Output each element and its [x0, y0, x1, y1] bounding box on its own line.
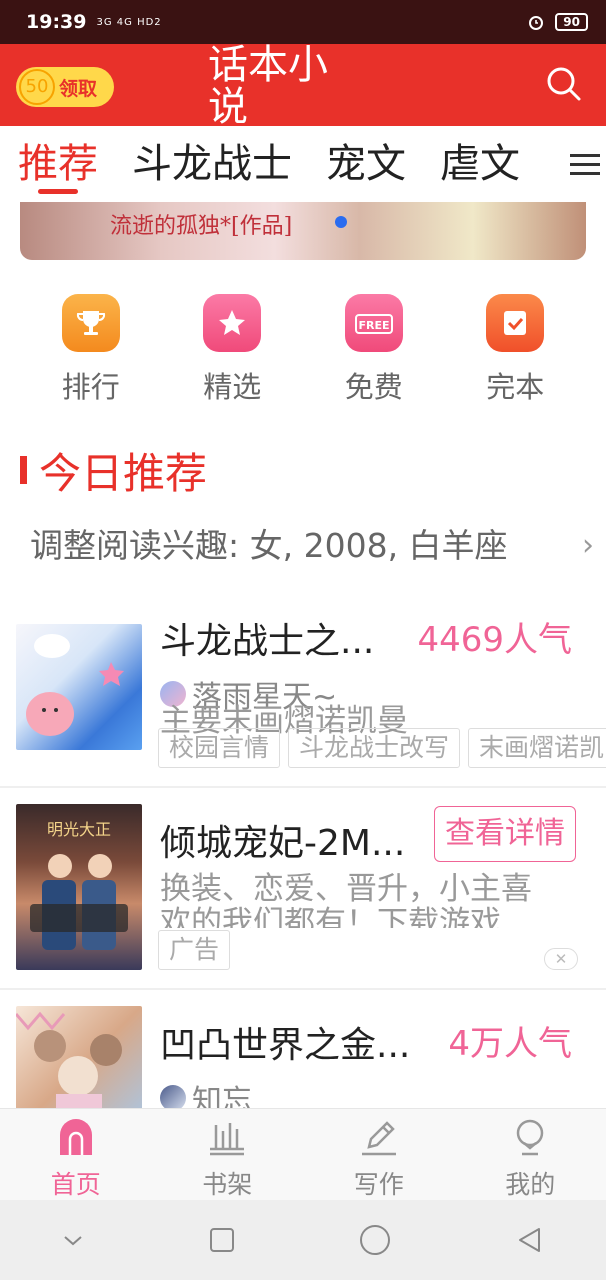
section-title: 今日推荐	[39, 448, 208, 498]
author-name: 知忘	[192, 1084, 252, 1108]
nav-label: 写作	[353, 1170, 404, 1199]
category-free[interactable]: FREE 免费	[314, 290, 434, 410]
svg-text:FREE: FREE	[358, 319, 389, 332]
tab-recommend[interactable]: 推荐	[18, 126, 98, 202]
book-author: 知忘	[160, 1076, 252, 1108]
nav-bookshelf[interactable]: 书架	[152, 1109, 304, 1200]
category-featured[interactable]: 精选	[172, 290, 292, 410]
profile-icon	[517, 1119, 544, 1156]
book-tag[interactable]: 校园言情	[158, 728, 281, 768]
tab-menu-icon[interactable]	[566, 148, 606, 180]
status-bar: 19:39 3G 4G HD2 90	[0, 0, 606, 44]
book-tag[interactable]: 末画熠诺凯	[468, 728, 606, 768]
coin-icon: 50	[19, 69, 55, 105]
reading-interest-text: 调整阅读兴趣: 女, 2008, 白羊座	[30, 526, 508, 565]
ad-description-line2: 欢的我们都有！下载游戏	[160, 906, 501, 928]
category-label: 排行	[61, 370, 120, 404]
chevron-down-icon[interactable]	[61, 1228, 85, 1252]
network-indicator: 3G 4G HD2	[96, 16, 162, 28]
ad-tags: 广告	[158, 930, 231, 970]
ad-cover: 明光大正	[16, 804, 142, 970]
category-label: 精选	[203, 370, 262, 404]
book-item[interactable]: 凹凸世界之金... 4万人气 知忘	[0, 990, 606, 1108]
status-time: 19:39	[26, 11, 87, 33]
book-cover	[16, 1006, 142, 1108]
tab-dragon-warrior[interactable]: 斗龙战士	[132, 126, 292, 202]
reading-interest-link[interactable]: 调整阅读兴趣: 女, 2008, 白羊座 ›	[30, 520, 600, 572]
ad-description: 换装、恋爱、晋升，小主喜	[160, 871, 532, 907]
app-title: 话本小说	[208, 44, 328, 126]
ad-badge: 广告	[158, 930, 231, 970]
book-item[interactable]: 斗龙战士之... 4469人气 落雨星天~ 主要末画熠诺凯曼 校园言情 斗龙战士…	[0, 600, 606, 786]
book-cover	[16, 624, 142, 750]
pencil-icon	[361, 1121, 396, 1156]
book-tags: 校园言情 斗龙战士改写 末画熠诺凯	[158, 728, 606, 768]
bookshelf-icon	[210, 1123, 245, 1156]
nav-label: 首页	[50, 1170, 101, 1199]
home-circle-icon[interactable]	[358, 1223, 392, 1257]
category-shortcuts: 排行 精选 FREE 免费 完本	[0, 290, 606, 410]
book-popularity: 4469人气	[417, 620, 572, 660]
view-details-button[interactable]: 查看详情	[434, 806, 576, 862]
close-ad-icon[interactable]: ✕	[544, 948, 578, 970]
banner-text: 流逝的孤独*[作品]	[110, 214, 293, 239]
banner-indicator-dot	[335, 216, 347, 228]
avatar	[160, 1085, 186, 1108]
category-label: 免费	[344, 370, 403, 404]
star-icon	[203, 294, 262, 352]
check-icon	[486, 294, 545, 352]
category-label: 完本	[486, 370, 545, 404]
section-accent-bar	[20, 456, 27, 484]
book-title: 斗龙战士之...	[160, 621, 375, 662]
search-icon[interactable]	[546, 66, 582, 102]
ad-title: 倾城宠妃-2M...	[160, 823, 406, 864]
category-completed[interactable]: 完本	[455, 290, 575, 410]
chevron-right-icon: ›	[582, 528, 594, 563]
category-tabs: 推荐 斗龙战士 宠文 虐文	[0, 126, 606, 202]
promo-banner[interactable]: 流逝的孤独*[作品]	[20, 202, 586, 260]
section-heading: 今日推荐	[20, 440, 207, 500]
nav-label: 书架	[202, 1170, 253, 1199]
nav-label: 我的	[505, 1170, 556, 1199]
category-ranking[interactable]: 排行	[31, 290, 151, 410]
claim-coins-button[interactable]: 50 领取	[16, 67, 114, 107]
nav-profile[interactable]: 我的	[455, 1109, 606, 1200]
tab-angst[interactable]: 虐文	[440, 126, 520, 202]
battery-indicator: 90	[555, 13, 588, 31]
app-header: 50 领取 话本小说	[0, 44, 606, 126]
alarm-icon	[529, 16, 544, 30]
nav-write[interactable]: 写作	[303, 1109, 455, 1200]
ad-item[interactable]: 明光大正 倾城宠妃-2M... 查看详情 换装、恋爱、晋升，小主喜 欢的我们都有…	[0, 788, 606, 988]
system-navigation-bar	[0, 1200, 606, 1280]
trophy-icon	[61, 294, 120, 352]
book-popularity: 4万人气	[448, 1024, 572, 1064]
claim-label: 领取	[59, 77, 98, 100]
home-icon	[59, 1119, 92, 1155]
book-title: 凹凸世界之金...	[160, 1025, 411, 1066]
book-tag[interactable]: 斗龙战士改写	[288, 728, 461, 768]
tab-pet[interactable]: 宠文	[326, 126, 406, 202]
back-icon[interactable]	[515, 1225, 545, 1255]
nav-home[interactable]: 首页	[0, 1109, 152, 1200]
bottom-navigation: 首页 书架 写作 我的	[0, 1108, 606, 1200]
free-icon: FREE	[344, 294, 403, 352]
recent-apps-icon[interactable]	[208, 1226, 236, 1254]
